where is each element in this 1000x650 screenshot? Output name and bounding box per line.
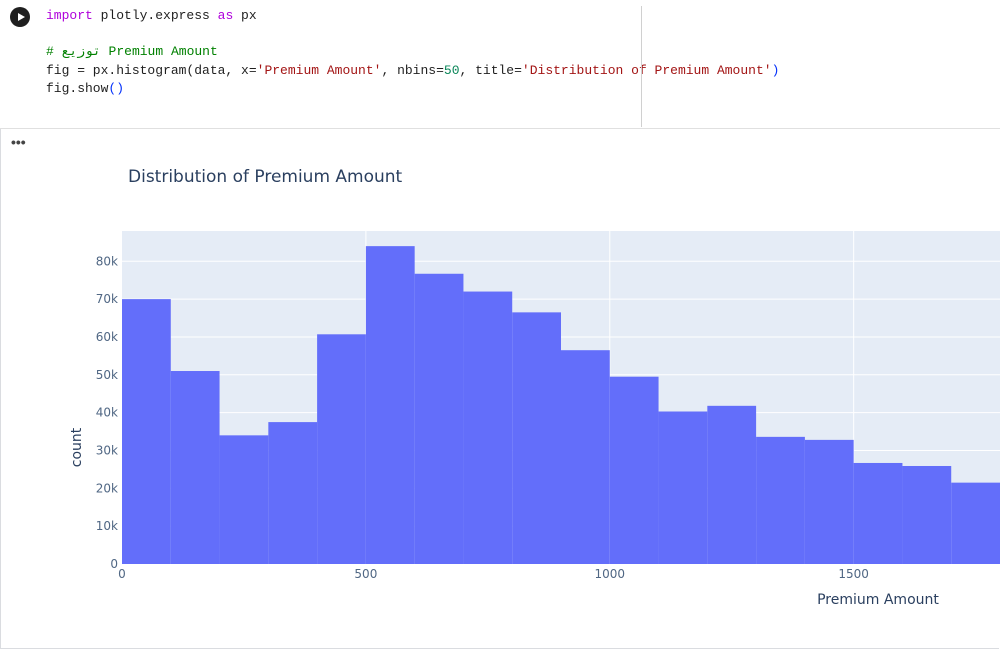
x-axis-title: Premium Amount — [817, 592, 939, 608]
histogram-bar — [414, 273, 464, 564]
y-axis-title: count — [69, 427, 85, 467]
histogram-bar — [561, 350, 610, 564]
histogram-bar — [170, 371, 220, 564]
y-tick-label: 60k — [96, 330, 118, 344]
histogram-bar — [122, 299, 171, 564]
y-tick-label: 0 — [110, 557, 118, 571]
y-tick-label: 40k — [96, 406, 118, 420]
x-tick-label: 500 — [354, 567, 377, 581]
histogram-bar — [463, 291, 513, 564]
y-tick-label: 20k — [96, 481, 118, 495]
x-tick-label: 0 — [118, 567, 126, 581]
y-tick-label: 70k — [96, 292, 118, 306]
histogram-bar — [219, 435, 269, 564]
histogram-bar — [512, 312, 561, 564]
histogram-bar — [268, 422, 318, 564]
histogram-bar — [707, 405, 757, 564]
histogram-bar — [804, 439, 854, 564]
histogram-bar — [756, 436, 805, 564]
histogram-bar — [658, 411, 708, 564]
histogram-bar — [365, 246, 415, 565]
x-tick-label: 1000 — [595, 567, 626, 581]
y-tick-label: 10k — [96, 519, 118, 533]
histogram-bar — [609, 376, 659, 564]
histogram-bar — [853, 462, 903, 564]
y-tick-label: 30k — [96, 443, 118, 457]
histogram-bar — [902, 465, 952, 564]
y-tick-label: 80k — [96, 254, 118, 268]
histogram-bar — [317, 334, 366, 564]
x-tick-label: 1500 — [838, 567, 869, 581]
histogram-bar — [951, 482, 1000, 564]
histogram-chart: 0 10k 20k 30k 40k 50k 60k 70k 80k 0 500 1000 1500 Pre… — [69, 231, 1000, 608]
y-tick-label: 50k — [96, 368, 118, 382]
